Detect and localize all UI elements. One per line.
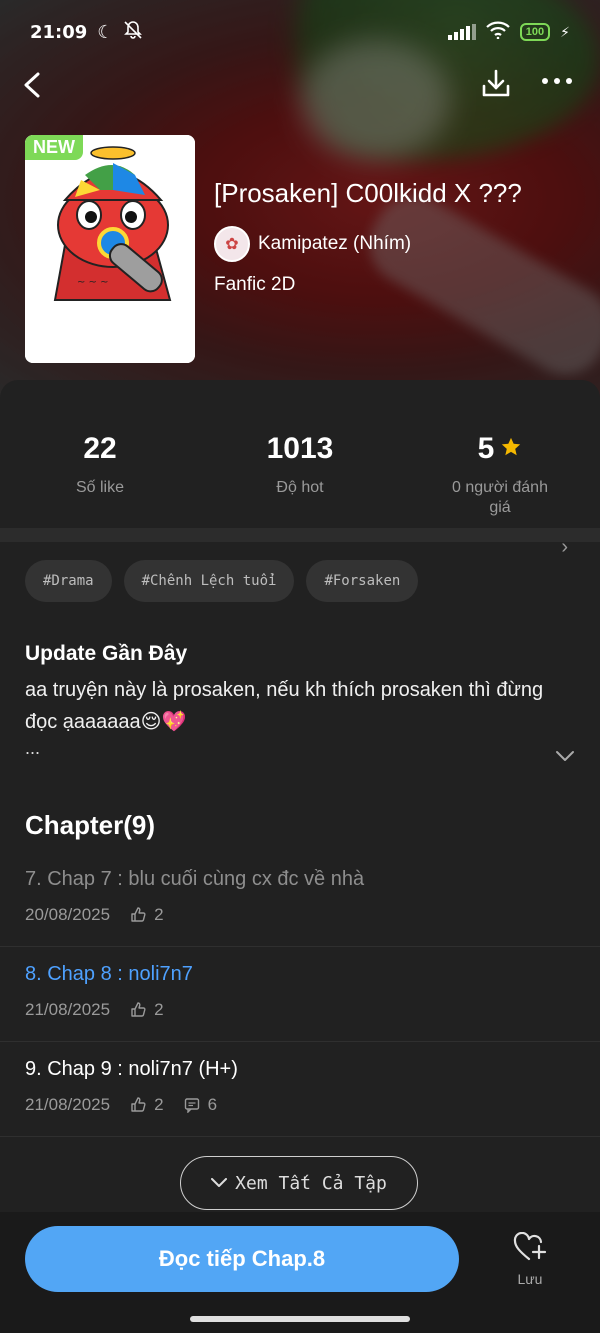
chapter-likes: 2 <box>130 1095 164 1115</box>
save-label: Lưu <box>517 1271 543 1287</box>
likes-label: Số like <box>75 479 125 496</box>
story-genre: Fanfic 2D <box>214 274 296 295</box>
chapter-date: 21/08/2025 <box>25 1000 111 1019</box>
chapter-likes: 2 <box>130 1000 164 1020</box>
author-name[interactable]: Kamipatez (Nhím) <box>258 233 411 255</box>
update-ellipsis: ... <box>25 738 41 758</box>
moon-icon: ☾ <box>97 21 114 42</box>
likes-count: 22 <box>83 432 117 465</box>
tag-list: #Drama #Chênh Lệch tuổi #Forsaken <box>25 560 419 602</box>
hot-count: 1013 <box>266 432 334 465</box>
status-bar: 21:09 ☾ 100 ⚡ <box>0 0 600 64</box>
stats-row: 22 Số like 1013 Độ hot 5 0 người đánh gi… <box>0 380 600 558</box>
more-options-icon[interactable] <box>540 66 574 102</box>
story-detail-panel: 22 Số like 1013 Độ hot 5 0 người đánh gi… <box>0 380 600 1333</box>
chapter-date: 20/08/2025 <box>25 905 111 924</box>
thumbs-up-icon <box>131 1002 146 1017</box>
heart-plus-icon[interactable] <box>513 1231 547 1266</box>
tag-chip[interactable]: #Forsaken <box>306 560 419 602</box>
author-row[interactable]: ✿ Kamipatez (Nhím) <box>214 226 411 262</box>
author-avatar[interactable]: ✿ <box>214 226 250 262</box>
save-button[interactable]: Lưu <box>508 1231 552 1287</box>
star-icon <box>500 432 522 466</box>
stat-hot: 1013 Độ hot <box>200 432 400 498</box>
download-icon[interactable] <box>480 68 512 100</box>
story-title: [Prosaken] C00lkidd X ??? <box>214 178 522 208</box>
rating-number: 5 <box>477 432 495 465</box>
chapter-comments: 6 <box>184 1095 217 1115</box>
chapter-date: 21/08/2025 <box>25 1095 111 1114</box>
stat-rating[interactable]: 5 0 người đánh giá › <box>400 432 600 558</box>
thumbs-up-icon <box>131 1097 146 1112</box>
bottom-action-bar: Đọc tiếp Chap.8 Lưu <box>0 1212 600 1333</box>
chapter-title[interactable]: 7. Chap 7 : blu cuối cùng cx đc về nhà <box>25 868 575 891</box>
section-divider <box>0 528 600 542</box>
top-bar <box>0 60 600 110</box>
rating-value: 5 <box>400 432 600 466</box>
rating-label: 0 người đánh giá <box>452 479 548 516</box>
update-text: aa truyện này là prosaken, nếu kh thích … <box>25 679 544 733</box>
chevron-down-icon[interactable] <box>555 742 575 768</box>
continue-reading-button[interactable]: Đọc tiếp Chap.8 <box>25 1226 459 1292</box>
bell-off-icon <box>123 20 143 45</box>
chapter-item[interactable]: 8. Chap 8 : noli7n7 21/08/2025 2 <box>0 947 600 1042</box>
chapter-title[interactable]: 8. Chap 8 : noli7n7 <box>25 963 575 986</box>
tag-chip[interactable]: #Drama <box>25 560 112 602</box>
svg-text:~ ~ ~: ~ ~ ~ <box>77 277 109 288</box>
story-cover[interactable]: ~ ~ ~ NEW <box>25 135 195 363</box>
update-heading: Update Gần Đây <box>25 642 188 665</box>
chapter-item[interactable]: 9. Chap 9 : noli7n7 (H+) 21/08/2025 2 6 <box>0 1042 600 1137</box>
see-all-label: Xem Tất Cả Tập <box>235 1172 387 1194</box>
home-indicator[interactable] <box>190 1316 410 1322</box>
hot-label: Độ hot <box>276 479 324 496</box>
thumbs-up-icon <box>131 907 146 922</box>
stat-likes: 22 Số like <box>0 432 200 498</box>
cover-illustration: ~ ~ ~ <box>25 135 195 363</box>
tag-chip[interactable]: #Chênh Lệch tuổi <box>123 560 295 602</box>
comment-icon <box>184 1098 199 1113</box>
see-all-chapters-button[interactable]: Xem Tất Cả Tập <box>180 1156 418 1210</box>
status-time: 21:09 <box>30 21 88 43</box>
recent-update: Update Gần Đây aa truyện này là prosaken… <box>25 642 575 761</box>
chapter-item[interactable]: 7. Chap 7 : blu cuối cùng cx đc về nhà 2… <box>0 852 600 947</box>
charging-icon: ⚡ <box>560 23 570 40</box>
signal-icon <box>447 24 476 40</box>
chapter-likes: 2 <box>130 905 164 925</box>
battery-icon: 100 <box>519 23 551 41</box>
wifi-icon <box>486 21 510 44</box>
chapter-title[interactable]: 9. Chap 9 : noli7n7 (H+) <box>25 1058 575 1081</box>
new-badge: NEW <box>25 135 83 160</box>
back-icon[interactable] <box>20 68 46 108</box>
chapter-heading: Chapter(9) <box>25 810 156 840</box>
chevron-down-icon <box>211 1178 228 1187</box>
